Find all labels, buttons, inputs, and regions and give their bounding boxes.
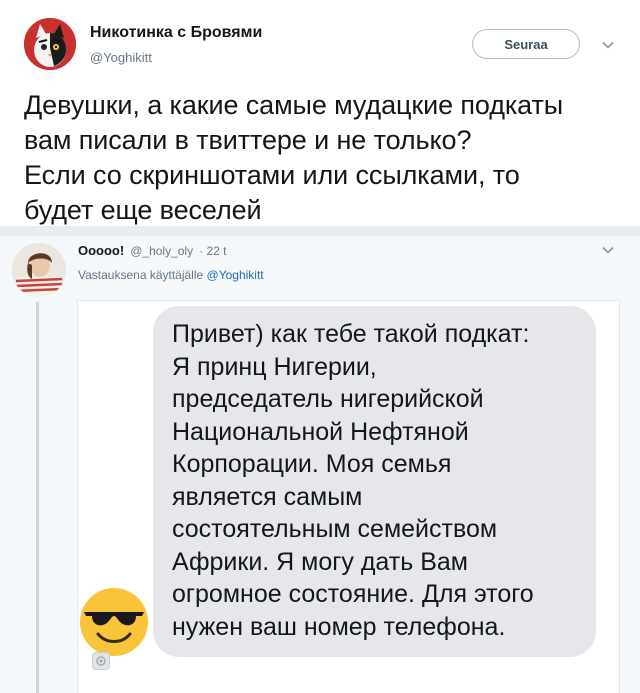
thread-line <box>36 302 39 693</box>
author-name[interactable]: Никотинка с Бровями <box>90 24 262 42</box>
replying-to: Vastauksena käyttäjälle @Yoghikitt <box>78 268 264 282</box>
reply-author-handle[interactable]: @_holy_oly <box>130 244 193 258</box>
image-placeholder-icon <box>92 652 110 670</box>
reply-author-avatar[interactable] <box>12 243 66 297</box>
chevron-down-icon[interactable] <box>601 243 615 262</box>
tweet-text: Девушки, а какие самые мудацкие подкаты … <box>24 90 564 225</box>
follow-button[interactable]: Seuraa <box>472 29 580 59</box>
sunglasses-emoji-icon <box>78 586 150 658</box>
replying-to-prefix: Vastauksena käyttäjälle <box>78 268 204 282</box>
replying-to-mention[interactable]: @Yoghikitt <box>207 268 264 282</box>
chevron-down-icon[interactable] <box>601 38 615 57</box>
author-avatar[interactable] <box>24 18 76 70</box>
reply-time[interactable]: · 22 t <box>199 244 226 258</box>
author-handle[interactable]: @Yoghikitt <box>90 50 152 65</box>
divider <box>0 226 640 236</box>
reply-author-name[interactable]: Ooooo! <box>78 243 124 258</box>
message-text: Привет) как тебе такой подкат: Я принц Н… <box>172 320 534 641</box>
